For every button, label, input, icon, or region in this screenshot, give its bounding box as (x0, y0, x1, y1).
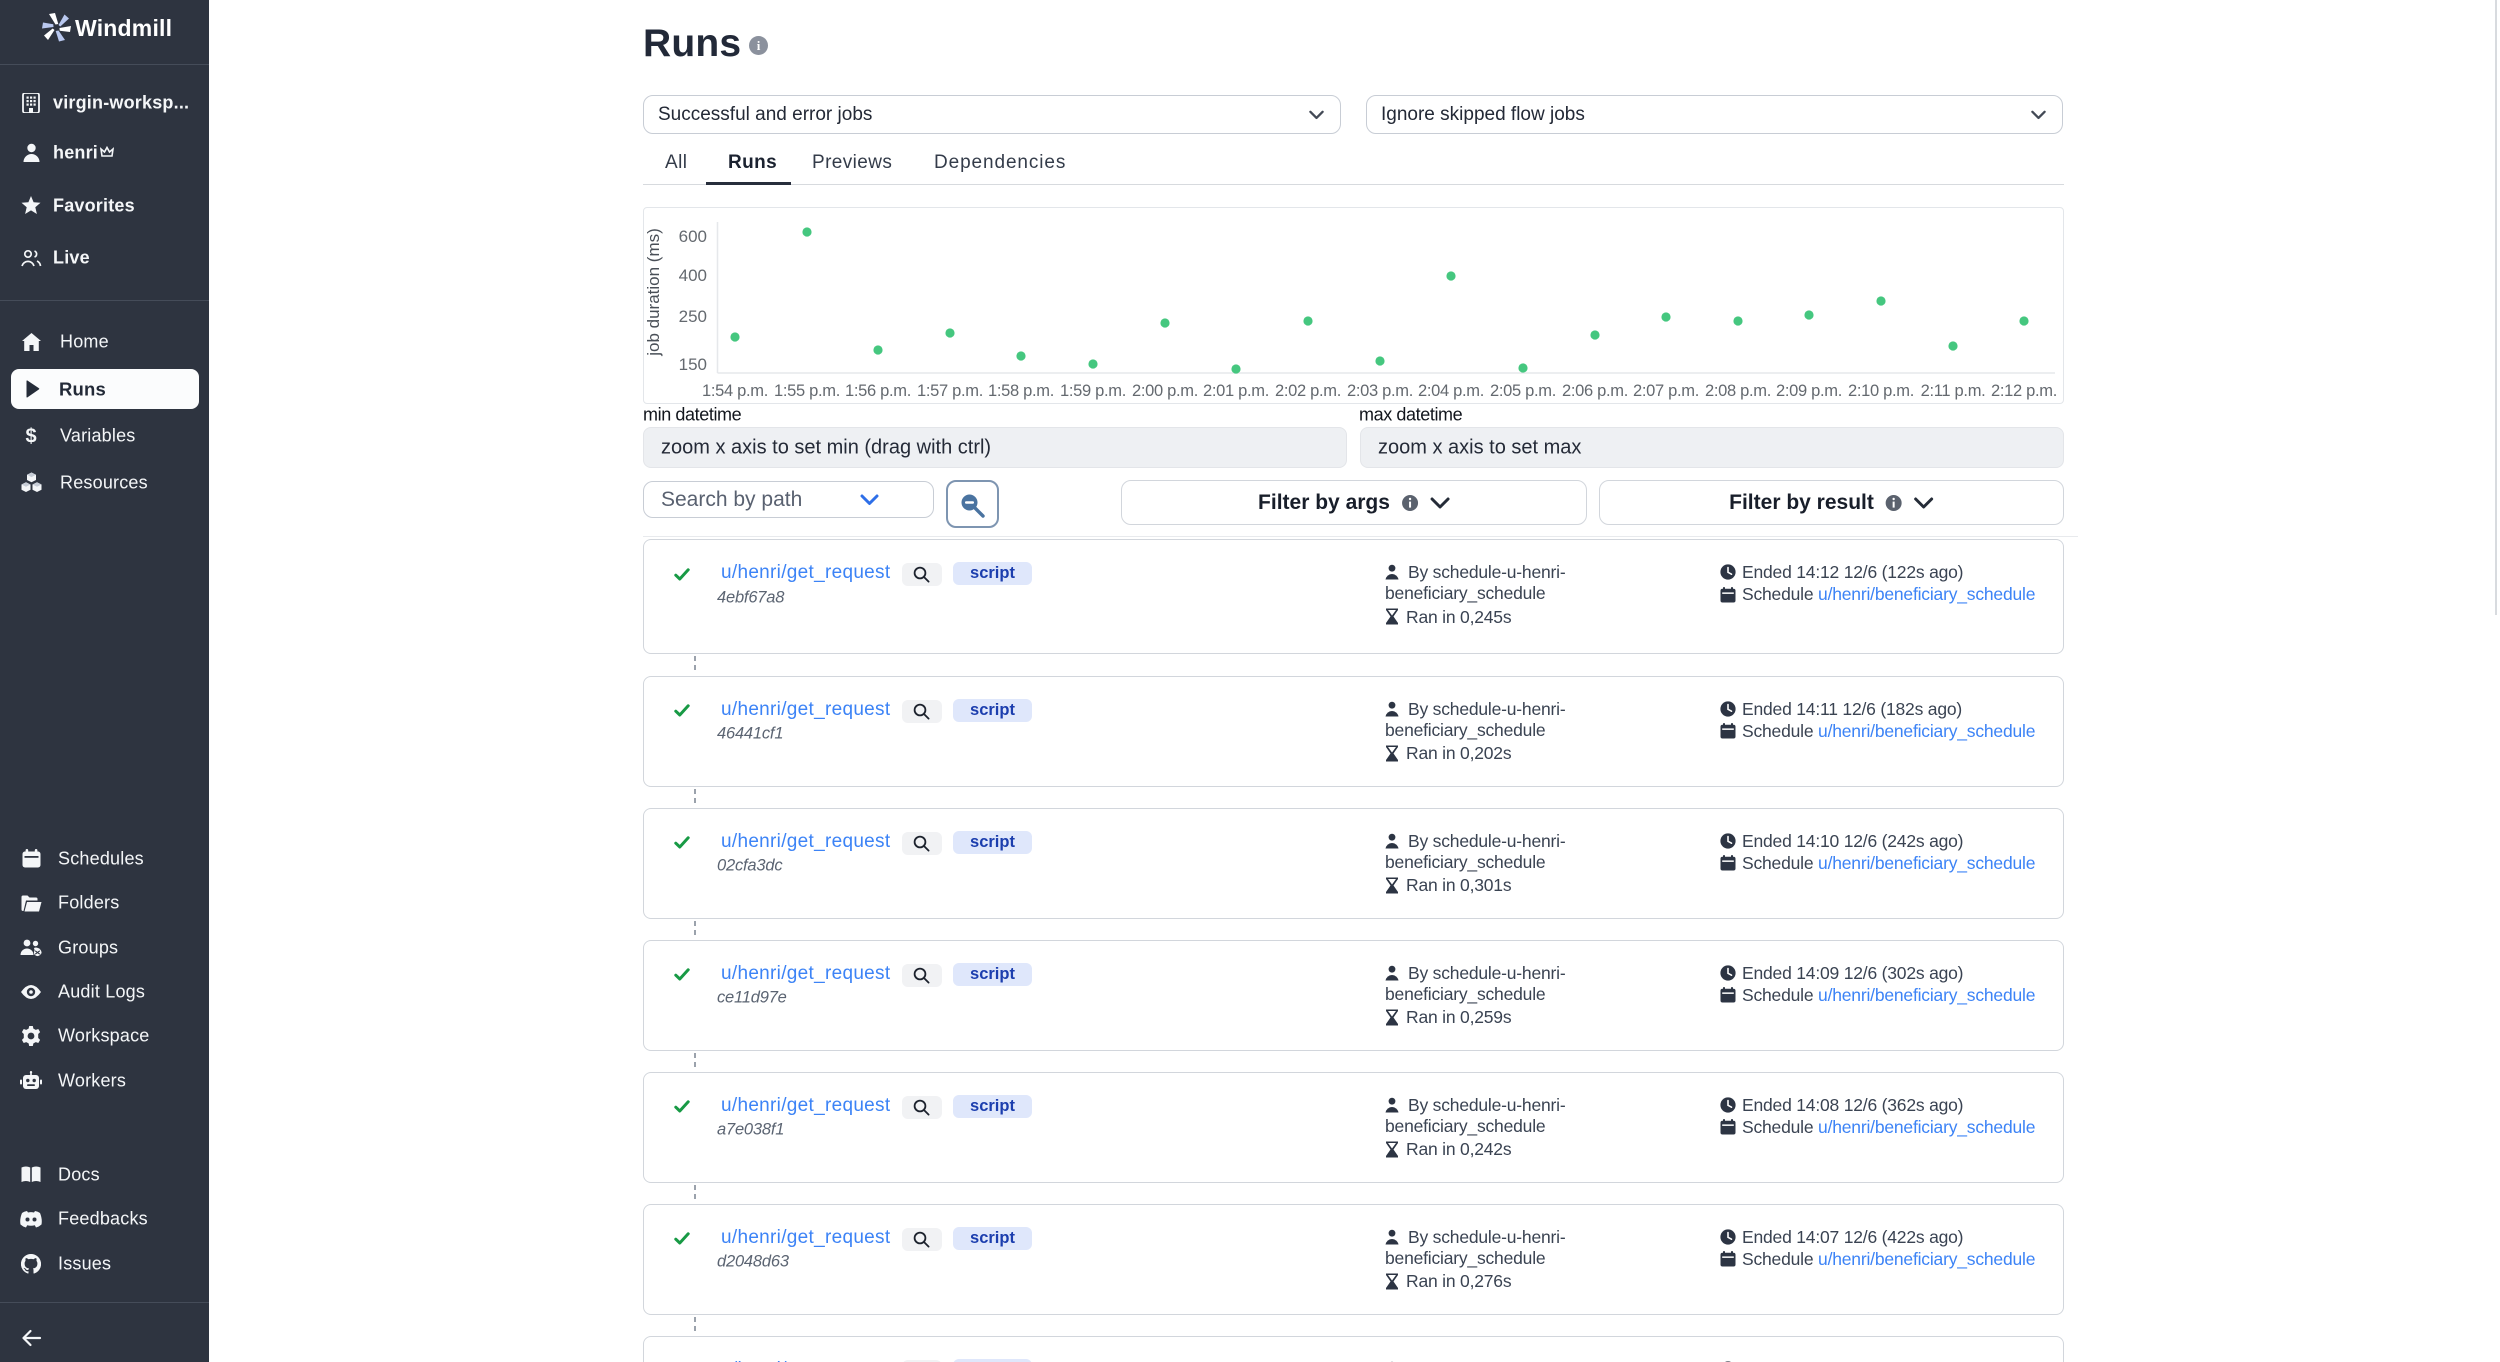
svg-text:2:12 p.m.: 2:12 p.m. (1991, 382, 2057, 400)
svg-text:1:54 p.m.: 1:54 p.m. (702, 382, 768, 400)
svg-text:2:06 p.m.: 2:06 p.m. (1562, 382, 1628, 400)
svg-text:$: $ (25, 426, 36, 446)
svg-text:1:55 p.m.: 1:55 p.m. (774, 382, 840, 400)
svg-text:2:09 p.m.: 2:09 p.m. (1776, 382, 1842, 400)
svg-text:2:03 p.m.: 2:03 p.m. (1347, 382, 1413, 400)
svg-text:1:56 p.m.: 1:56 p.m. (845, 382, 911, 400)
svg-text:250: 250 (679, 307, 707, 326)
svg-text:400: 400 (679, 266, 707, 285)
svg-text:600: 600 (679, 227, 707, 246)
svg-text:1:57 p.m.: 1:57 p.m. (917, 382, 983, 400)
svg-text:1:58 p.m.: 1:58 p.m. (988, 382, 1054, 400)
svg-text:150: 150 (679, 355, 707, 374)
svg-text:2:02 p.m.: 2:02 p.m. (1275, 382, 1341, 400)
svg-text:2:07 p.m.: 2:07 p.m. (1633, 382, 1699, 400)
svg-text:2:11 p.m.: 2:11 p.m. (1921, 382, 1986, 400)
svg-text:job duration (ms): job duration (ms) (644, 228, 663, 357)
svg-text:2:00 p.m.: 2:00 p.m. (1132, 382, 1198, 400)
svg-text:2:10 p.m.: 2:10 p.m. (1848, 382, 1914, 400)
svg-text:2:05 p.m.: 2:05 p.m. (1490, 382, 1556, 400)
svg-text:1:59 p.m.: 1:59 p.m. (1060, 382, 1126, 400)
svg-text:2:01 p.m.: 2:01 p.m. (1203, 382, 1269, 400)
svg-text:2:04 p.m.: 2:04 p.m. (1418, 382, 1484, 400)
svg-text:2:08 p.m.: 2:08 p.m. (1705, 382, 1771, 400)
